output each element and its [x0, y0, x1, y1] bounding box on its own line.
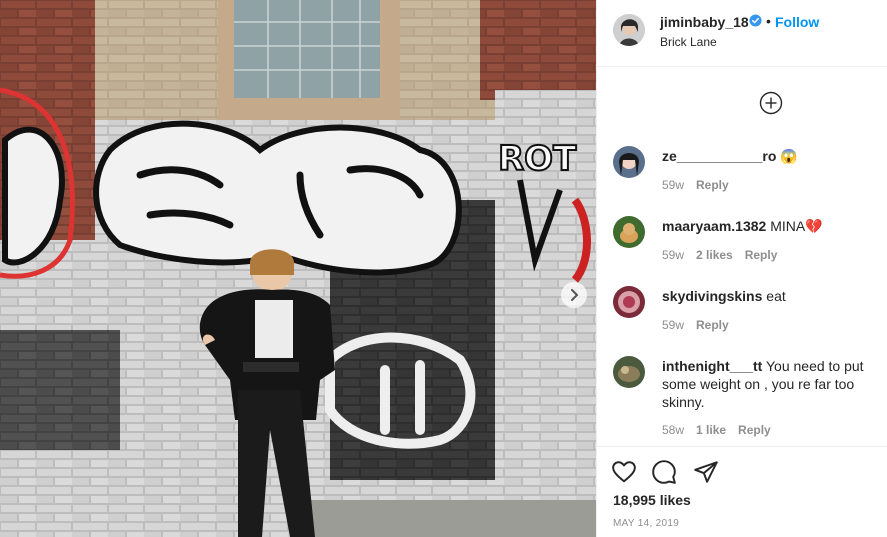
separator-dot: •	[766, 13, 771, 29]
comment-avatar[interactable]	[613, 216, 645, 248]
comment-avatar[interactable]	[613, 146, 645, 178]
verified-badge-icon	[749, 14, 762, 27]
post-side-panel: jiminbaby_18 • Follow Brick Lane ze_____…	[596, 0, 887, 537]
comment-username[interactable]: maaryaam.1382	[662, 218, 766, 234]
comment-text: 😱	[780, 148, 798, 164]
post-header: jiminbaby_18 • Follow Brick Lane	[597, 0, 887, 67]
post-actions: 18,995 likes MAY 14, 2019	[597, 446, 887, 537]
comment-meta: 59w 2 likes Reply	[662, 248, 777, 262]
comment-username[interactable]: inthenight___tt	[662, 358, 762, 374]
comment-text: eat	[766, 288, 786, 304]
comment-username[interactable]: skydivingskins	[662, 288, 762, 304]
comment-likes[interactable]: 1 like	[696, 423, 726, 437]
author-avatar[interactable]	[613, 14, 645, 46]
follow-button[interactable]: Follow	[775, 14, 819, 30]
like-count[interactable]: 18,995 likes	[613, 492, 691, 508]
author-username[interactable]: jiminbaby_18	[660, 14, 749, 30]
comment-bubble-icon[interactable]	[651, 459, 677, 485]
comment-age[interactable]: 59w	[662, 248, 684, 262]
comment-avatar[interactable]	[613, 286, 645, 318]
chevron-right-icon	[571, 289, 579, 301]
comment-avatar[interactable]	[613, 356, 645, 388]
reply-button[interactable]: Reply	[738, 423, 771, 437]
graffiti-text: ROT	[498, 139, 577, 179]
comment-age[interactable]: 59w	[662, 318, 684, 332]
carousel-next-button[interactable]	[561, 282, 587, 308]
comment-text: MINA💔	[770, 218, 823, 234]
comment-age[interactable]: 59w	[662, 178, 684, 192]
reply-button[interactable]: Reply	[696, 178, 729, 192]
post-location[interactable]: Brick Lane	[660, 35, 717, 49]
reply-button[interactable]: Reply	[745, 248, 778, 262]
plus-circle-icon[interactable]	[759, 91, 783, 115]
comment-username[interactable]: ze___________ro	[662, 148, 776, 164]
heart-icon[interactable]	[611, 459, 637, 485]
reply-button[interactable]: Reply	[696, 318, 729, 332]
post-image: ROT	[0, 0, 596, 537]
comment-meta: 59w Reply	[662, 318, 729, 332]
post-photo[interactable]: ROT	[0, 0, 596, 537]
comment-likes[interactable]: 2 likes	[696, 248, 733, 262]
comment-meta: 59w Reply	[662, 178, 729, 192]
paper-plane-icon[interactable]	[693, 459, 719, 485]
comment-age[interactable]: 58w	[662, 423, 684, 437]
post-date[interactable]: MAY 14, 2019	[613, 518, 679, 529]
comment-meta: 58w 1 like Reply	[662, 423, 771, 437]
